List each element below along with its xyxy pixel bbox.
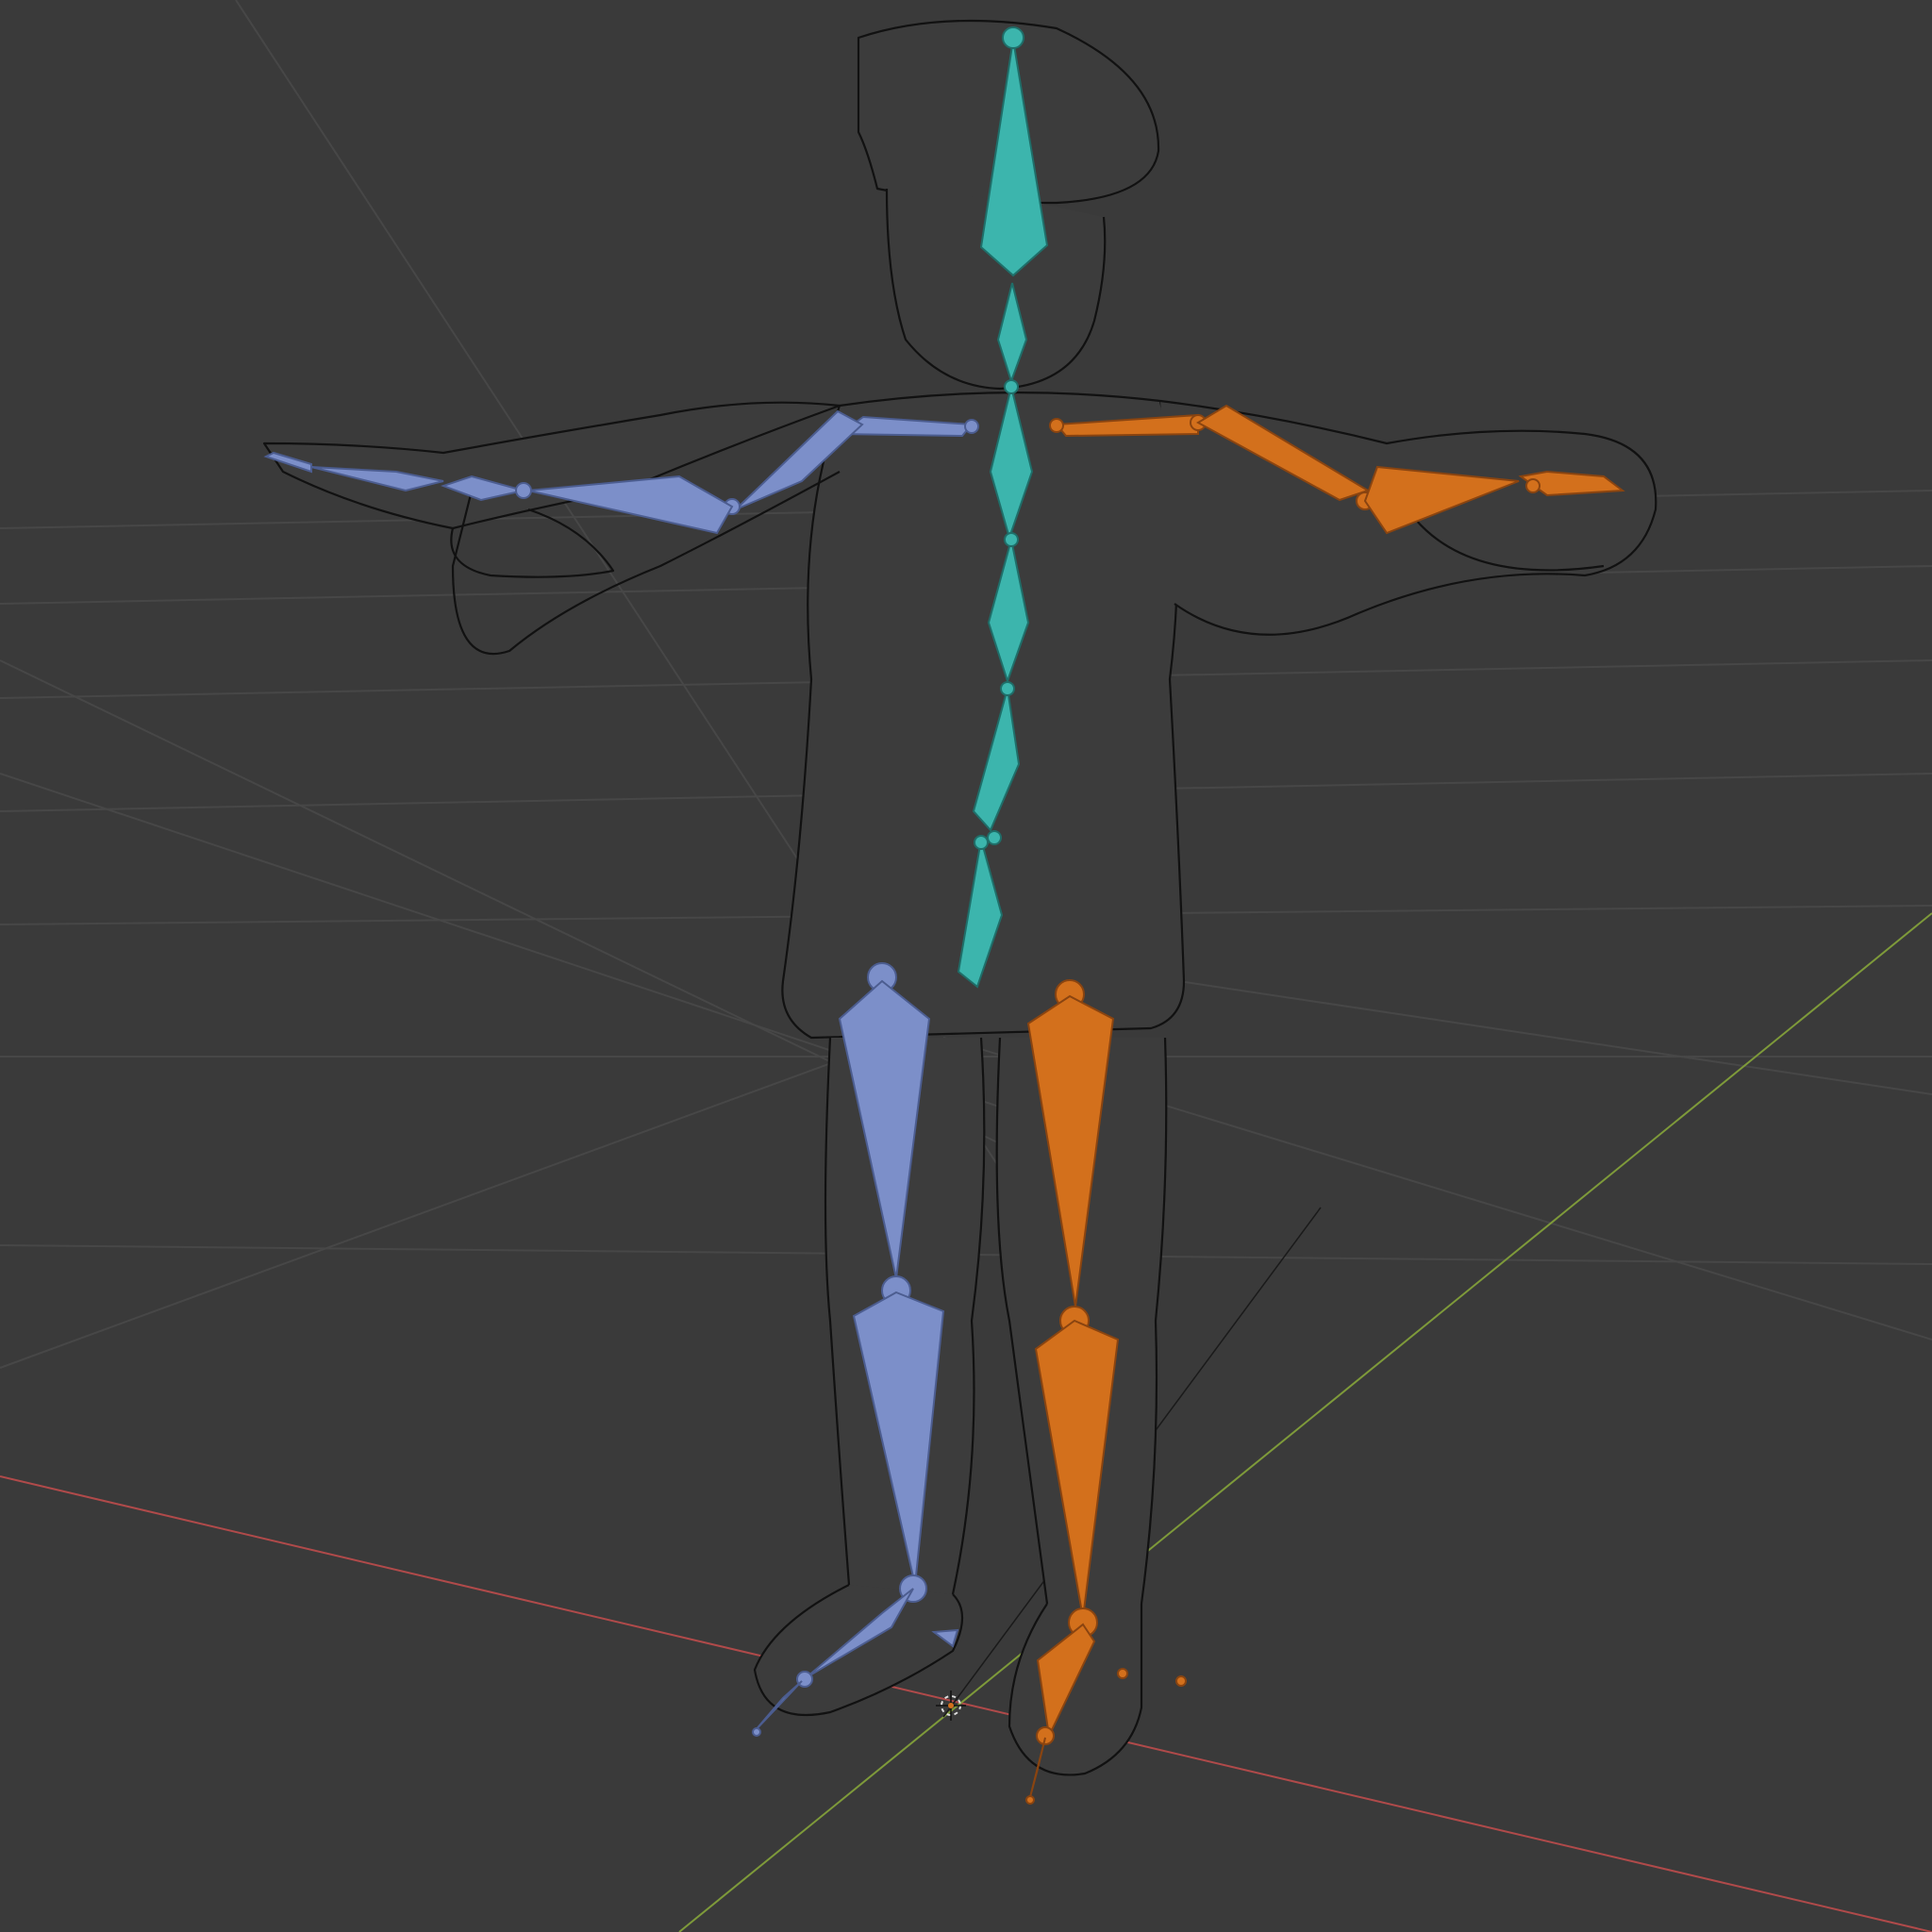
viewport-canvas[interactable] — [0, 0, 1932, 1932]
3d-cursor-icon[interactable] — [936, 1690, 966, 1721]
x-axis-line — [0, 1475, 1932, 1932]
3d-viewport[interactable] — [0, 0, 1932, 1932]
character-mesh[interactable] — [262, 19, 1657, 1776]
